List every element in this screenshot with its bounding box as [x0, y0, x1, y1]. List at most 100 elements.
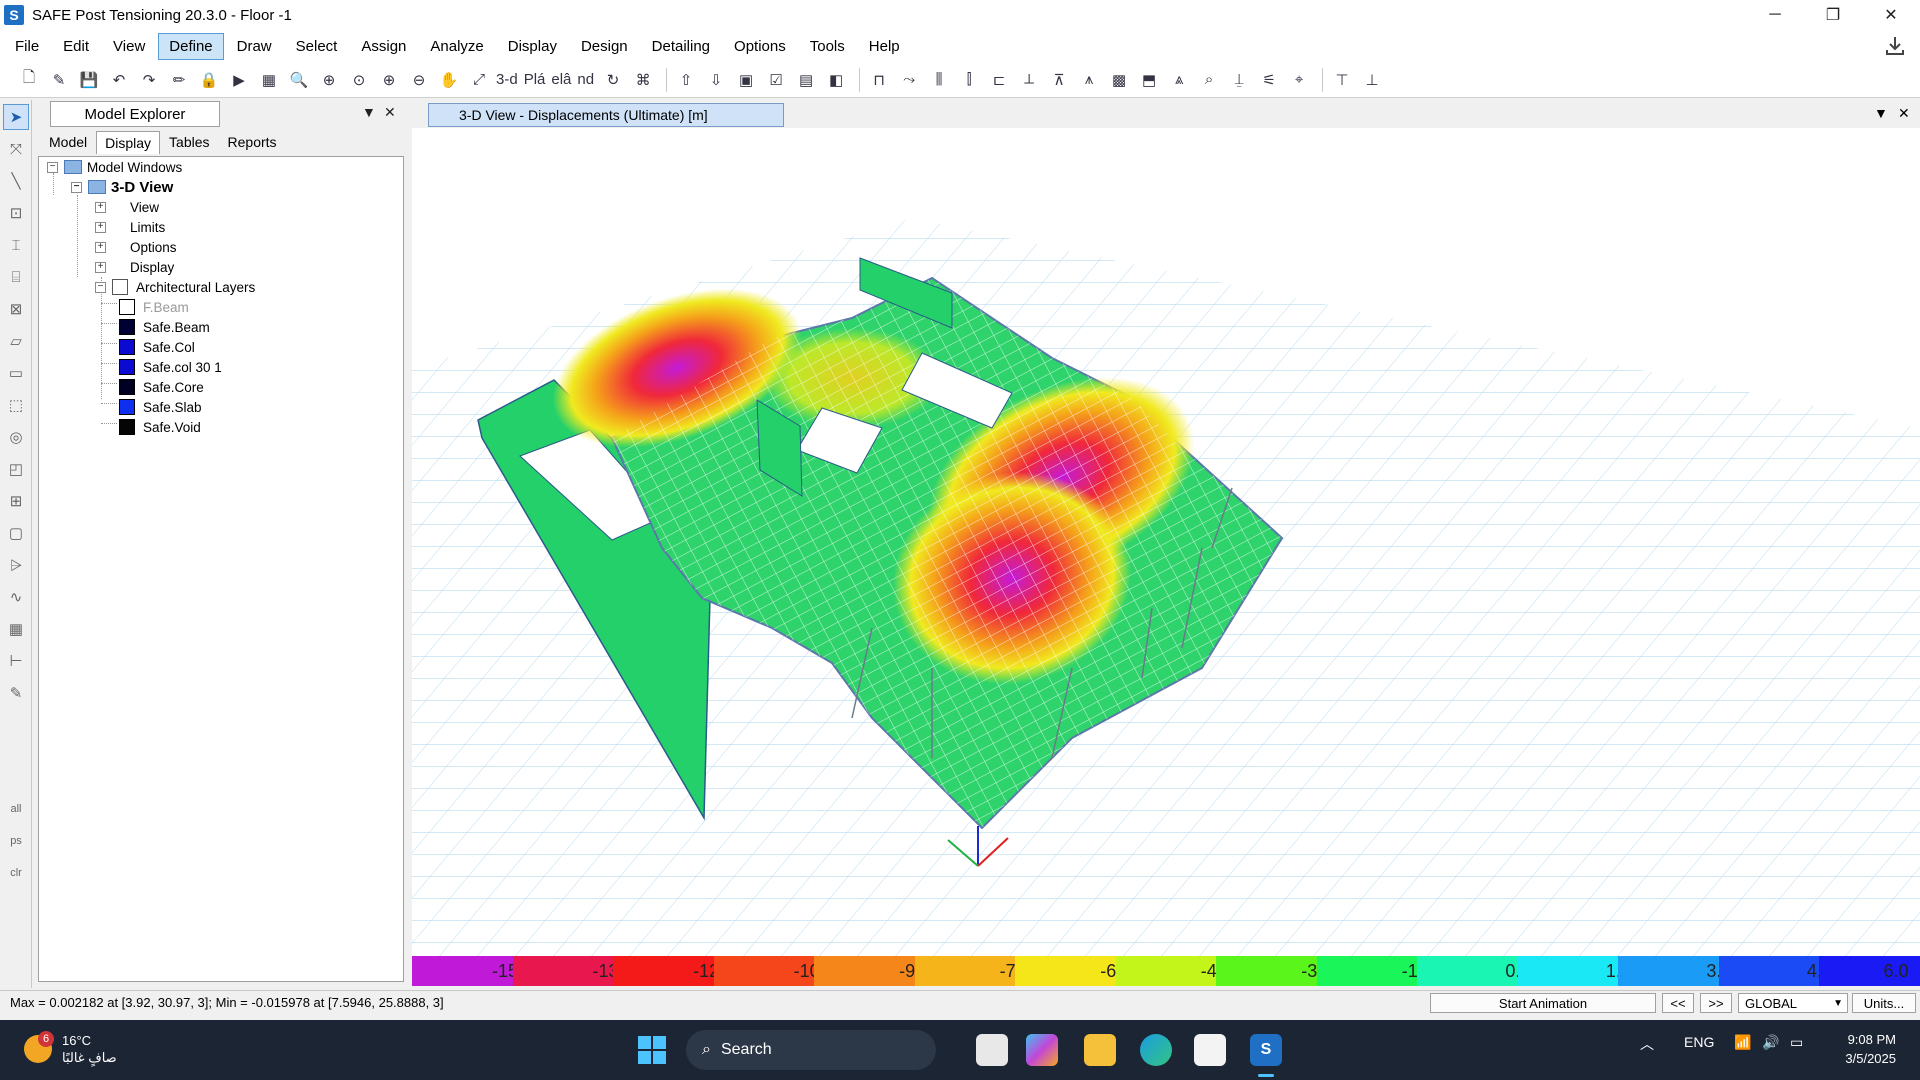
- copilot-icon[interactable]: [1026, 1034, 1058, 1066]
- menu-assign[interactable]: Assign: [350, 33, 417, 60]
- view-3d-button[interactable]: 3-d: [496, 71, 518, 88]
- layer-item[interactable]: F.Beam: [119, 297, 189, 317]
- zoom-in-icon[interactable]: ⊕: [376, 67, 402, 93]
- panel-close-icon[interactable]: ✕: [384, 104, 396, 121]
- clock[interactable]: 9:08 PM 3/5/2025: [1845, 1030, 1896, 1068]
- menu-edit[interactable]: Edit: [52, 33, 100, 60]
- draw-beam-icon[interactable]: ⊡: [3, 200, 29, 226]
- tray-overflow-icon[interactable]: ︿: [1640, 1034, 1654, 1054]
- new-file-icon[interactable]: 🗋: [16, 67, 42, 93]
- show-slab-forces-icon[interactable]: ▩: [1106, 67, 1132, 93]
- elevation-view-button[interactable]: elâ: [551, 71, 571, 88]
- view-close-icon[interactable]: ✕: [1898, 105, 1910, 122]
- taskbar-search[interactable]: ⌕ Search: [686, 1030, 936, 1070]
- rotate-icon[interactable]: ↻: [600, 67, 626, 93]
- run-analysis-icon[interactable]: ▶: [226, 67, 252, 93]
- wifi-icon[interactable]: 📶: [1734, 1034, 1751, 1051]
- object-shrink-icon[interactable]: ▣: [733, 67, 759, 93]
- show-strip-forces-icon[interactable]: ⩚: [1076, 67, 1102, 93]
- display-menu-icon[interactable]: ▤: [793, 67, 819, 93]
- start-button[interactable]: [638, 1036, 666, 1064]
- safe-app-icon[interactable]: S: [1250, 1034, 1282, 1066]
- draw-reference-icon[interactable]: ✎: [3, 680, 29, 706]
- menu-select[interactable]: Select: [285, 33, 349, 60]
- draw-brace-icon[interactable]: ⊠: [3, 296, 29, 322]
- draw-support-icon[interactable]: ⩥: [3, 552, 29, 578]
- layer-color-swatch[interactable]: [119, 419, 135, 435]
- volume-icon[interactable]: 🔊: [1762, 1034, 1779, 1051]
- menu-help[interactable]: Help: [858, 33, 911, 60]
- tree-node-limits[interactable]: + Limits: [95, 217, 165, 237]
- weather-widget[interactable]: 6 16°C صافٍ غالبًا: [24, 1031, 117, 1066]
- show-frame-forces-icon[interactable]: ⊏: [986, 67, 1012, 93]
- show-tables-icon[interactable]: ⌖: [1286, 67, 1312, 93]
- menu-file[interactable]: File: [4, 33, 50, 60]
- show-beam-forces-icon[interactable]: ⊼: [1046, 67, 1072, 93]
- menu-display[interactable]: Display: [497, 33, 568, 60]
- move-up-icon[interactable]: ⇧: [673, 67, 699, 93]
- zoom-previous-icon[interactable]: ⊙: [346, 67, 372, 93]
- nd-view-button[interactable]: nd: [577, 71, 594, 88]
- collapse-icon[interactable]: −: [47, 161, 58, 173]
- close-button[interactable]: ✕: [1862, 0, 1920, 30]
- perspective-icon[interactable]: ⌘: [630, 67, 656, 93]
- panel-dropdown-icon[interactable]: ▼: [362, 104, 376, 120]
- view-dropdown-icon[interactable]: ▼: [1874, 105, 1888, 121]
- select-previous-icon[interactable]: ps: [3, 828, 29, 854]
- pan-icon[interactable]: ✋: [436, 67, 462, 93]
- reshape-icon[interactable]: ⤧: [3, 136, 29, 162]
- expand-icon[interactable]: +: [95, 201, 106, 213]
- layers-checkbox[interactable]: [112, 279, 128, 295]
- layer-item[interactable]: Safe.Col: [119, 337, 195, 357]
- model-viewport[interactable]: [412, 128, 1920, 956]
- tab-tables[interactable]: Tables: [160, 130, 218, 154]
- show-undeformed-icon[interactable]: ⊓: [866, 67, 892, 93]
- layer-item[interactable]: Safe.Core: [119, 377, 204, 397]
- refresh-window-icon[interactable]: ▦: [256, 67, 282, 93]
- show-punching-icon[interactable]: ⬒: [1136, 67, 1162, 93]
- open-file-icon[interactable]: ✎: [46, 67, 72, 93]
- draw-column-icon[interactable]: ⌶: [3, 232, 29, 258]
- tab-model[interactable]: Model: [40, 130, 96, 154]
- draw-rectangle-icon[interactable]: ▭: [3, 360, 29, 386]
- draw-line-icon[interactable]: ╲: [3, 168, 29, 194]
- tree-node-architectural-layers[interactable]: − Architectural Layers: [95, 277, 255, 297]
- layer-color-swatch[interactable]: [119, 339, 135, 355]
- show-reactions-icon[interactable]: ⫿: [956, 67, 982, 93]
- menu-design[interactable]: Design: [570, 33, 639, 60]
- tree-node-model-windows[interactable]: − Model Windows: [47, 157, 182, 177]
- pencil-icon[interactable]: ✏: [166, 67, 192, 93]
- previous-button[interactable]: <<: [1662, 993, 1694, 1013]
- menu-tools[interactable]: Tools: [799, 33, 856, 60]
- plan-view-button[interactable]: Plá: [524, 71, 546, 88]
- coordinate-system-select[interactable]: GLOBAL ▼: [1738, 993, 1848, 1013]
- draw-strip-icon[interactable]: ▦: [3, 616, 29, 642]
- file-explorer-icon[interactable]: [1084, 1034, 1116, 1066]
- show-detailing-icon[interactable]: ⚟: [1256, 67, 1282, 93]
- clear-selection-icon[interactable]: clr: [3, 860, 29, 886]
- layer-item[interactable]: Safe.col 30 1: [119, 357, 222, 377]
- layer-color-swatch[interactable]: [119, 379, 135, 395]
- show-forces-icon[interactable]: ⫼: [926, 67, 952, 93]
- edge-browser-icon[interactable]: [1140, 1034, 1172, 1066]
- next-button[interactable]: >>: [1700, 993, 1732, 1013]
- draw-slab-icon[interactable]: ▱: [3, 328, 29, 354]
- collapse-icon[interactable]: −: [95, 281, 106, 293]
- battery-icon[interactable]: ▭: [1790, 1034, 1803, 1051]
- units-button[interactable]: Units...: [1852, 993, 1916, 1013]
- show-shell-forces-icon[interactable]: ⟂: [1016, 67, 1042, 93]
- tree-node-options[interactable]: + Options: [95, 237, 177, 257]
- menu-draw[interactable]: Draw: [226, 33, 283, 60]
- zoom-out-icon[interactable]: ⊖: [406, 67, 432, 93]
- design-details-icon[interactable]: ⊥: [1359, 67, 1385, 93]
- language-indicator[interactable]: ENG: [1684, 1034, 1714, 1050]
- layer-color-swatch[interactable]: [119, 299, 135, 315]
- view-tab-3d-displacements[interactable]: 3-D View - Displacements (Ultimate) [m]: [428, 103, 784, 127]
- restore-button[interactable]: ❐: [1804, 0, 1862, 30]
- draw-dimension-icon[interactable]: ⊢: [3, 648, 29, 674]
- layer-item[interactable]: Safe.Beam: [119, 317, 210, 337]
- start-animation-button[interactable]: Start Animation: [1430, 993, 1656, 1013]
- select-all-icon[interactable]: all: [3, 796, 29, 822]
- extrude-icon[interactable]: ◧: [823, 67, 849, 93]
- menu-analyze[interactable]: Analyze: [419, 33, 494, 60]
